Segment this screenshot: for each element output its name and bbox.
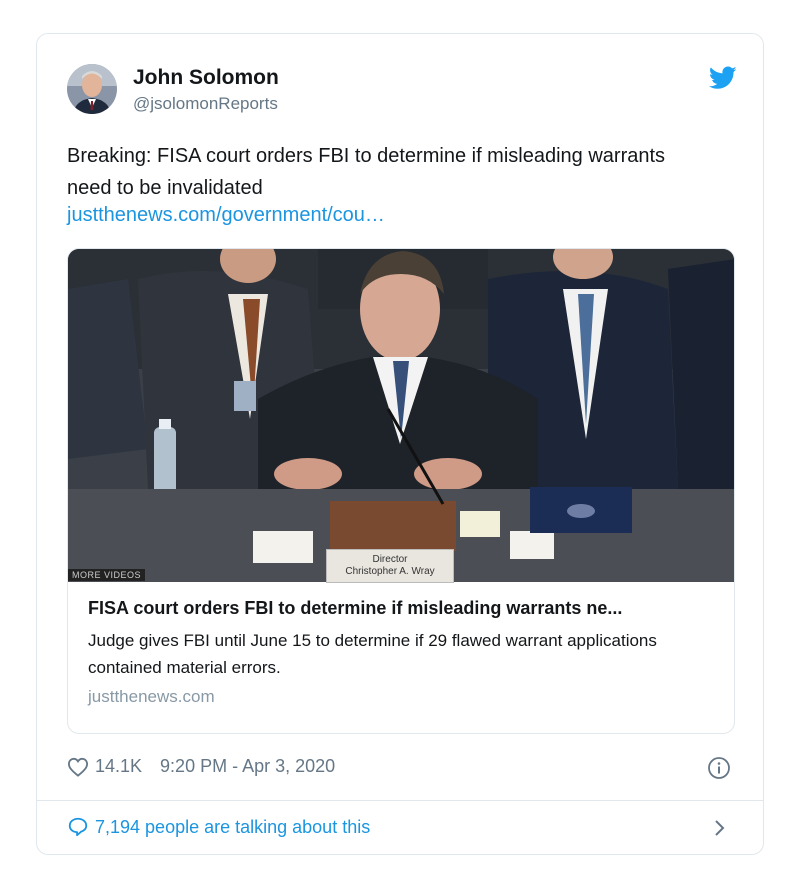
tweet-meta: 14.1K 9:20 PM - Apr 3, 2020: [67, 756, 335, 777]
hearing-photo: [68, 249, 734, 582]
conversation-label: 7,194 people are talking about this: [95, 816, 371, 837]
conversation-link[interactable]: 7,194 people are talking about this: [67, 816, 370, 838]
link-card-title: FISA court orders FBI to determine if mi…: [88, 598, 623, 618]
name-placard: Director Christopher A. Wray: [326, 549, 454, 583]
tweet-embed-card: John Solomon @jsolomonReports Breaking: …: [36, 33, 764, 855]
twitter-bird-icon[interactable]: [709, 66, 737, 90]
heart-icon[interactable]: [67, 757, 89, 777]
tweet-text: Breaking: FISA court orders FBI to deter…: [67, 145, 666, 199]
placard-name: Christopher A. Wray: [345, 566, 435, 577]
avatar-photo-icon: [67, 64, 117, 114]
link-card-body: FISA court orders FBI to determine if mi…: [68, 582, 734, 723]
placard-title: Director: [372, 554, 408, 565]
link-preview-card[interactable]: MORE VIDEOS Director Christopher A. Wray…: [67, 248, 735, 734]
more-videos-label[interactable]: MORE VIDEOS: [68, 569, 146, 581]
link-card-domain: justthenews.com: [88, 687, 215, 706]
link-card-description: Judge gives FBI until June 15 to determi…: [88, 631, 657, 677]
avatar[interactable]: [67, 64, 117, 114]
like-count[interactable]: 14.1K: [95, 756, 142, 777]
timestamp[interactable]: 9:20 PM - Apr 3, 2020: [160, 756, 335, 777]
author-name[interactable]: John Solomon: [133, 66, 279, 90]
info-icon[interactable]: [707, 756, 731, 780]
chevron-right-icon[interactable]: [713, 818, 727, 838]
tweet-link[interactable]: justthenews.com/government/cou…: [67, 204, 385, 227]
divider: [37, 800, 763, 801]
author-handle[interactable]: @jsolomonReports: [133, 94, 278, 114]
speech-bubble-icon: [68, 817, 88, 837]
